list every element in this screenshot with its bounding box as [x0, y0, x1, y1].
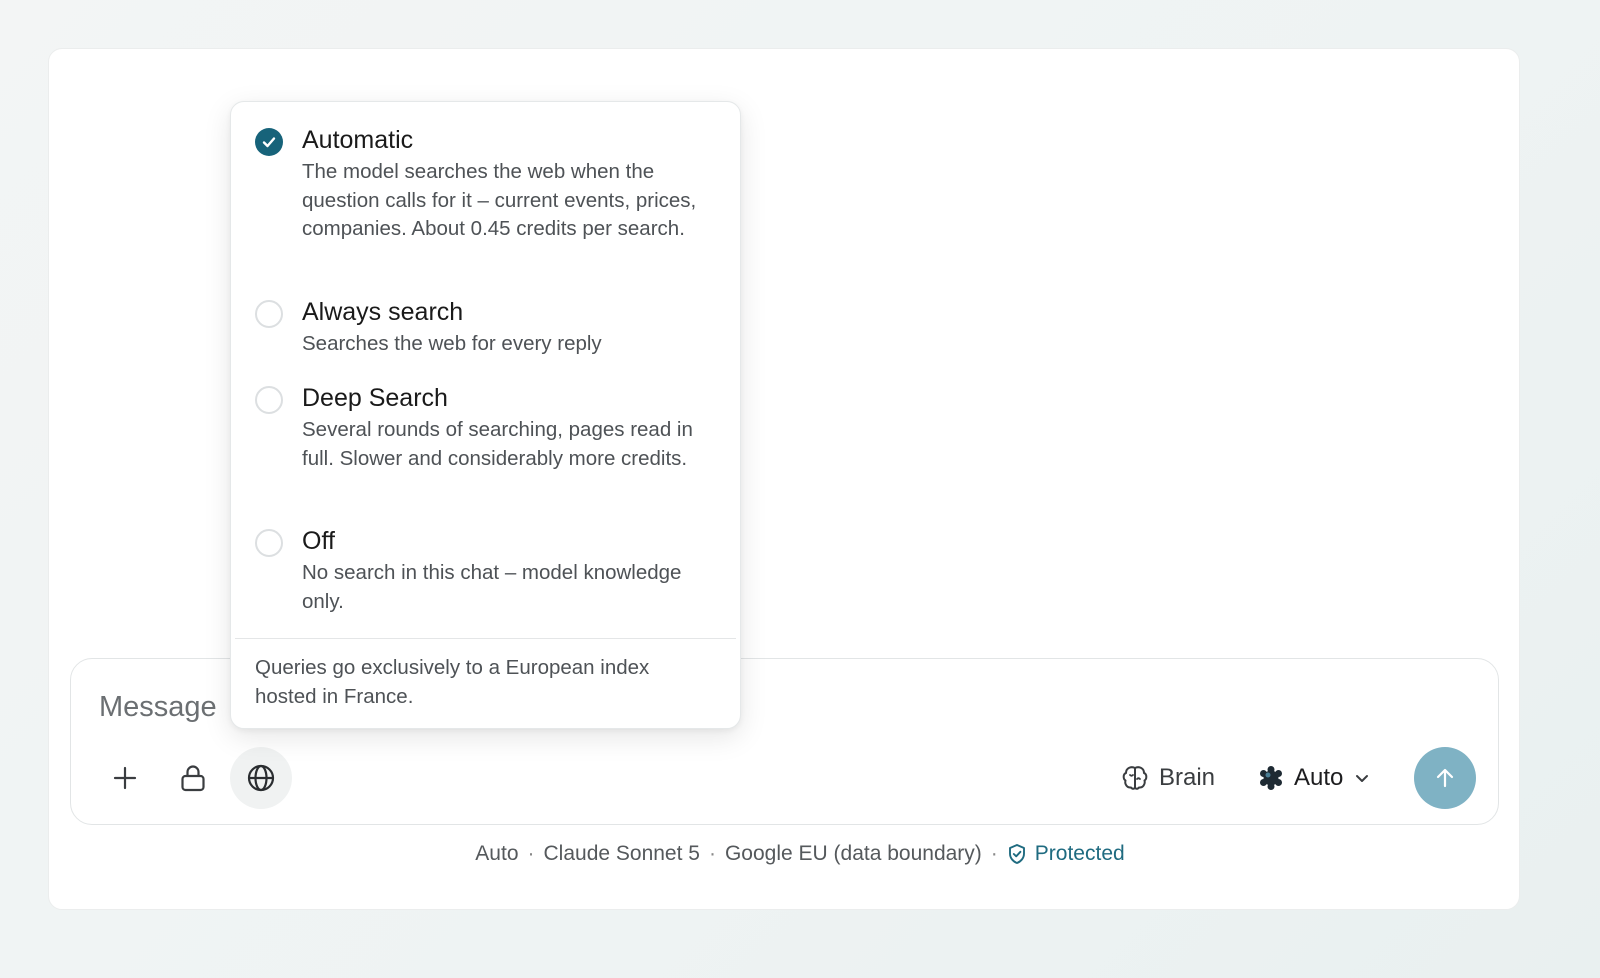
radio-unselected[interactable] — [255, 386, 283, 414]
menu-divider — [235, 638, 736, 639]
option-title: Always search — [302, 298, 464, 326]
send-button[interactable] — [1414, 747, 1476, 809]
radio-unselected[interactable] — [255, 300, 283, 328]
lock-icon — [181, 765, 205, 792]
option-title: Deep Search — [302, 384, 448, 412]
search-option-automatic[interactable]: Automatic The model searches the web whe… — [231, 124, 740, 274]
protected-status[interactable]: Protected — [1007, 842, 1125, 866]
radio-unselected[interactable] — [255, 529, 283, 557]
protected-label: Protected — [1034, 842, 1125, 865]
brain-mode-button[interactable]: Brain — [1121, 754, 1215, 802]
search-option-always[interactable]: Always search Searches the web for every… — [231, 296, 740, 360]
separator: · — [708, 842, 716, 865]
radio-selected[interactable] — [255, 128, 283, 156]
model-name: Claude Sonnet 5 — [543, 842, 700, 865]
separator: · — [527, 842, 535, 865]
arrow-up-icon — [1436, 768, 1454, 788]
shield-check-icon — [1008, 844, 1025, 864]
separator: · — [990, 842, 998, 865]
option-title: Automatic — [302, 126, 414, 154]
check-icon — [262, 137, 276, 148]
plus-icon — [113, 766, 137, 790]
chevron-down-icon — [1356, 775, 1369, 782]
search-option-deep[interactable]: Deep Search Several rounds of searching,… — [231, 382, 740, 502]
private-mode-button[interactable] — [162, 747, 224, 809]
option-description: Several rounds of searching, pages read … — [302, 418, 693, 470]
brain-label: Brain — [1159, 764, 1216, 791]
brain-icon — [1122, 766, 1148, 790]
region-text: Google EU (data boundary) — [724, 842, 982, 865]
option-description: The model searches the web when the ques… — [302, 160, 697, 241]
option-description: No search in this chat – model knowledge… — [302, 561, 682, 613]
model-selector[interactable]: Auto — [1258, 754, 1371, 802]
option-title: Off — [302, 527, 335, 555]
model-label: Auto — [1294, 764, 1344, 791]
add-attachment-button[interactable] — [94, 747, 156, 809]
option-description: Searches the web for every reply — [302, 332, 602, 355]
model-status-line: Auto · Claude Sonnet 5 · Google EU (data… — [0, 838, 1600, 870]
web-search-menu: Automatic The model searches the web whe… — [230, 101, 741, 729]
globe-icon — [247, 764, 275, 792]
model-logo-icon — [1260, 766, 1282, 790]
mode-text: Auto — [475, 842, 519, 865]
web-search-button[interactable] — [230, 747, 292, 809]
search-option-off[interactable]: Off No search in this chat – model knowl… — [231, 525, 740, 617]
search-index-note: Queries go exclusively to a European ind… — [255, 656, 650, 708]
